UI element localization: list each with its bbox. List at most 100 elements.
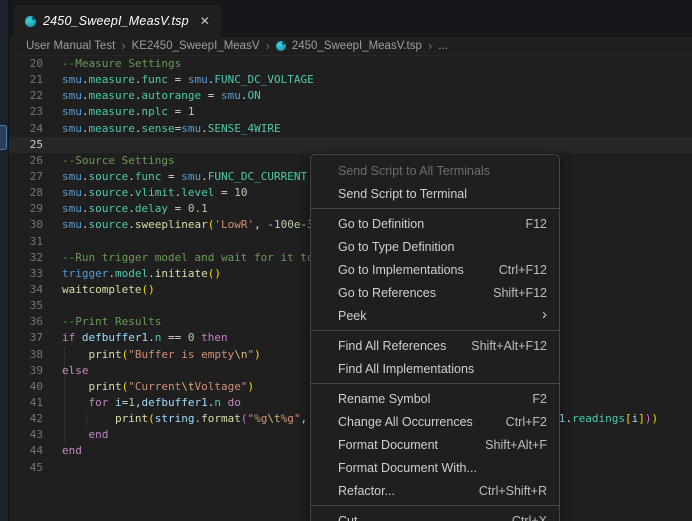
line-number: 42	[9, 411, 43, 427]
line-number: 37	[9, 330, 43, 346]
menu-separator	[311, 208, 559, 209]
left-strip-indicator	[0, 125, 7, 150]
menu-item-shortcut: Shift+F12	[493, 286, 547, 300]
tsp-file-icon	[25, 16, 36, 27]
code-line-20[interactable]: 20--Measure Settings	[9, 56, 692, 72]
code-text: trigger.model.initiate()	[62, 266, 221, 282]
code-text: smu.source.func = smu.FUNC_DC_CURRENT	[62, 169, 307, 185]
menu-item-label: Peek	[338, 309, 524, 323]
menu-item-label: Refactor...	[338, 484, 461, 498]
line-number: 21	[9, 72, 43, 88]
line-number: 41	[9, 395, 43, 411]
code-text: else	[62, 363, 89, 379]
menu-item-label: Format Document With...	[338, 461, 547, 475]
menu-item-shortcut: F2	[532, 392, 547, 406]
menu-separator	[311, 505, 559, 506]
line-number: 23	[9, 104, 43, 120]
menu-item-shortcut: Shift+Alt+F12	[471, 339, 547, 353]
menu-item-label: Find All Implementations	[338, 362, 547, 376]
menu-item-shortcut: Ctrl+F12	[499, 263, 547, 277]
menu-item-label: Go to Definition	[338, 217, 507, 231]
menu-item-shortcut: Ctrl+Shift+R	[479, 484, 547, 498]
menu-item-send-script-to-all-terminals: Send Script to All Terminals	[311, 159, 559, 182]
code-text: smu.measure.autorange = smu.ON	[62, 88, 261, 104]
menu-separator	[311, 330, 559, 331]
line-number: 32	[9, 250, 43, 266]
line-number: 27	[9, 169, 43, 185]
tab-title: 2450_SweepI_MeasV.tsp	[43, 14, 189, 28]
menu-item-go-to-definition[interactable]: Go to Definition F12	[311, 212, 559, 235]
menu-item-format-document[interactable]: Format DocumentShift+Alt+F	[311, 433, 559, 456]
code-text: for i=1,defbuffer1.n do	[62, 395, 241, 411]
menu-item-change-all-occurrences[interactable]: Change All Occurrences Ctrl+F2	[311, 410, 559, 433]
code-line-25[interactable]: 25	[9, 137, 692, 153]
close-tab-icon[interactable]: ✕	[200, 14, 210, 28]
menu-item-format-document-with[interactable]: Format Document With...	[311, 456, 559, 479]
menu-item-go-to-type-definition[interactable]: Go to Type Definition	[311, 235, 559, 258]
menu-item-label: Change All Occurrences	[338, 415, 488, 429]
menu-item-refactor[interactable]: Refactor... Ctrl+Shift+R	[311, 479, 559, 502]
menu-item-shortcut: Ctrl+X	[512, 514, 547, 521]
code-text: --Print Results	[62, 314, 161, 330]
menu-item-go-to-references[interactable]: Go to References Shift+F12	[311, 281, 559, 304]
line-number: 25	[9, 137, 43, 153]
line-number: 43	[9, 427, 43, 443]
line-number: 39	[9, 363, 43, 379]
menu-item-find-all-references[interactable]: Find All ReferencesShift+Alt+F12	[311, 334, 559, 357]
code-text: if defbuffer1.n == 0 then	[62, 330, 228, 346]
indent-guide	[64, 347, 65, 444]
menu-separator	[311, 383, 559, 384]
menu-item-find-all-implementations[interactable]: Find All Implementations	[311, 357, 559, 380]
code-text: --Source Settings	[62, 153, 175, 169]
breadcrumb-item-file[interactable]: 2450_SweepI_MeasV.tsp	[292, 40, 422, 52]
menu-item-shortcut: F12	[525, 217, 547, 231]
menu-item-go-to-implementations[interactable]: Go to ImplementationsCtrl+F12	[311, 258, 559, 281]
menu-item-label: Format Document	[338, 438, 467, 452]
line-number: 22	[9, 88, 43, 104]
line-number: 44	[9, 443, 43, 459]
line-number: 34	[9, 282, 43, 298]
code-line-21[interactable]: 21 smu.measure.func = smu.FUNC_DC_VOLTAGE	[9, 72, 692, 88]
code-text: smu.measure.func = smu.FUNC_DC_VOLTAGE	[62, 72, 314, 88]
code-text: smu.source.delay = 0.1	[62, 201, 208, 217]
menu-item-label: Go to Type Definition	[338, 240, 547, 254]
menu-item-rename-symbol[interactable]: Rename Symbol F2	[311, 387, 559, 410]
breadcrumb-item-folder[interactable]: User Manual Test	[26, 40, 115, 52]
code-text: smu.measure.sense=smu.SENSE_4WIRE	[62, 121, 281, 137]
code-line-24[interactable]: 24smu.measure.sense=smu.SENSE_4WIRE	[9, 121, 692, 137]
menu-item-peek[interactable]: Peek ›	[311, 304, 559, 327]
line-number: 31	[9, 234, 43, 250]
context-menu: Send Script to All Terminals Send Script …	[310, 154, 560, 521]
line-number: 33	[9, 266, 43, 282]
tsp-file-icon	[276, 41, 286, 51]
line-number: 45	[9, 460, 43, 476]
code-text: end	[62, 427, 108, 443]
menu-item-shortcut: Ctrl+F2	[506, 415, 547, 429]
line-number: 30	[9, 217, 43, 233]
chevron-right-icon: ›	[428, 39, 432, 52]
menu-item-label: Send Script to Terminal	[338, 187, 547, 201]
breadcrumb-item-more[interactable]: ...	[438, 40, 448, 52]
menu-item-cut[interactable]: Cut Ctrl+X	[311, 509, 559, 521]
menu-item-label: Cut	[338, 514, 494, 521]
vscode-window: 2450_SweepI_MeasV.tsp ✕ User Manual Test…	[0, 0, 692, 521]
line-number: 40	[9, 379, 43, 395]
code-line-23[interactable]: 23 smu.measure.nplc = 1	[9, 104, 692, 120]
line-number: 29	[9, 201, 43, 217]
tab-2450-sweepi-measv[interactable]: 2450_SweepI_MeasV.tsp ✕	[14, 5, 221, 37]
line-number: 36	[9, 314, 43, 330]
line-number: 35	[9, 298, 43, 314]
line-number: 38	[9, 347, 43, 363]
code-line-22[interactable]: 22 smu.measure.autorange = smu.ON	[9, 88, 692, 104]
chevron-right-icon: ›	[266, 39, 270, 52]
code-text: end	[62, 443, 82, 459]
code-text: waitcomplete()	[62, 282, 155, 298]
submenu-chevron-icon: ›	[542, 307, 547, 322]
menu-item-label: Rename Symbol	[338, 392, 514, 406]
line-number: 26	[9, 153, 43, 169]
breadcrumb-item-subfolder[interactable]: KE2450_SweepI_MeasV	[132, 40, 260, 52]
code-text: print("Buffer is empty\n")	[62, 347, 261, 363]
menu-item-send-script-to-terminal[interactable]: Send Script to Terminal	[311, 182, 559, 205]
menu-item-label: Go to References	[338, 286, 475, 300]
code-text: smu.measure.nplc = 1	[62, 104, 194, 120]
